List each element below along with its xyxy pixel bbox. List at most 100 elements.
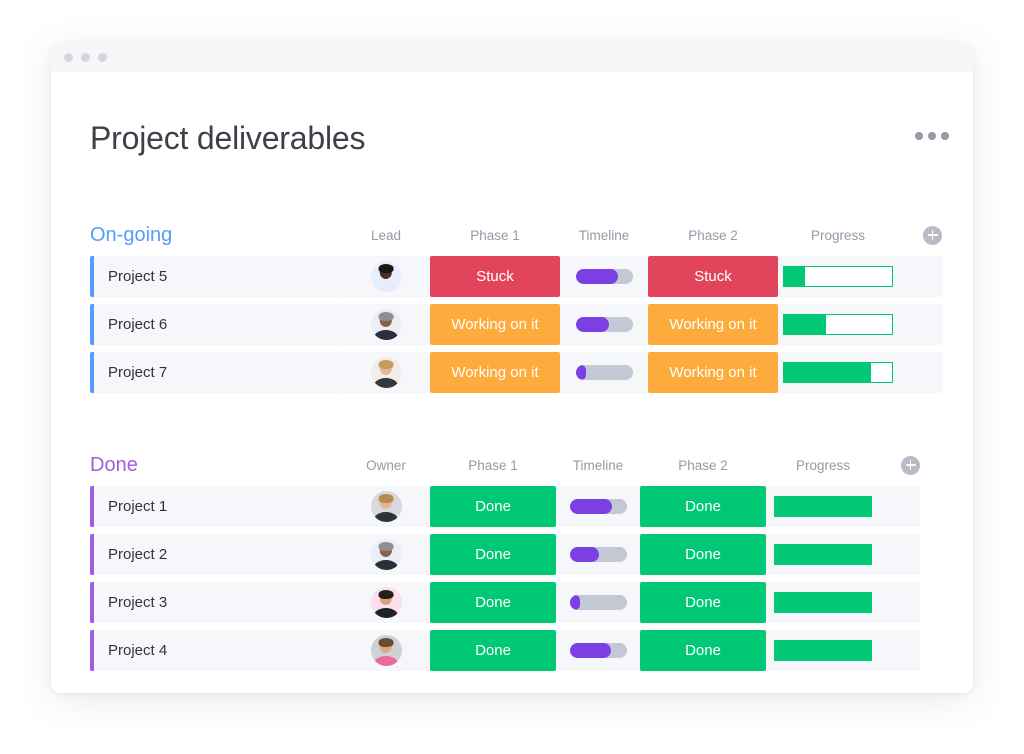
row-name-cell[interactable]: Project 2 bbox=[90, 534, 342, 575]
status-badge[interactable]: Working on it bbox=[430, 352, 560, 393]
table-row[interactable]: Project 2 Done Done bbox=[90, 534, 973, 575]
avatar-project-6[interactable] bbox=[370, 309, 402, 340]
progress-bar[interactable] bbox=[774, 592, 872, 613]
status-badge[interactable]: Done bbox=[640, 630, 766, 671]
row-name-cell[interactable]: Project 5 bbox=[90, 256, 342, 297]
owner-cell[interactable] bbox=[342, 534, 430, 575]
status-badge[interactable]: Stuck bbox=[430, 256, 560, 297]
status-badge[interactable]: Stuck bbox=[648, 256, 778, 297]
table-row[interactable]: Project 4 Done Done bbox=[90, 630, 973, 671]
timeline-cell[interactable] bbox=[560, 352, 648, 393]
timeline-bar[interactable] bbox=[569, 643, 627, 658]
owner-cell[interactable] bbox=[342, 630, 430, 671]
phase-1-cell[interactable]: Done bbox=[430, 630, 556, 671]
progress-bar[interactable] bbox=[774, 496, 872, 517]
column-header-progress[interactable]: Progress bbox=[778, 228, 898, 243]
progress-cell[interactable] bbox=[778, 352, 898, 393]
timeline-bar[interactable] bbox=[569, 499, 627, 514]
table-row[interactable]: Project 3 Done Done bbox=[90, 582, 973, 623]
row-name-cell[interactable]: Project 6 bbox=[90, 304, 342, 345]
phase-2-cell[interactable]: Done bbox=[640, 534, 766, 575]
row-name-cell[interactable]: Project 7 bbox=[90, 352, 342, 393]
column-header-lead[interactable]: Lead bbox=[342, 228, 430, 243]
window-close-dot[interactable] bbox=[64, 53, 73, 62]
table-row[interactable]: Project 7 Working on it Working on it bbox=[90, 352, 973, 393]
column-header-timeline[interactable]: Timeline bbox=[560, 228, 648, 243]
timeline-bar[interactable] bbox=[569, 547, 627, 562]
owner-cell[interactable] bbox=[342, 352, 430, 393]
avatar-project-7[interactable] bbox=[370, 357, 402, 388]
table-row[interactable]: Project 5 Stuck Stuck bbox=[90, 256, 973, 297]
status-badge[interactable]: Done bbox=[430, 630, 556, 671]
progress-cell[interactable] bbox=[766, 486, 880, 527]
phase-1-cell[interactable]: Working on it bbox=[430, 304, 560, 345]
row-name-cell[interactable]: Project 1 bbox=[90, 486, 342, 527]
progress-bar[interactable] bbox=[783, 362, 893, 383]
progress-bar[interactable] bbox=[783, 314, 893, 335]
timeline-cell[interactable] bbox=[556, 486, 640, 527]
status-badge[interactable]: Working on it bbox=[430, 304, 560, 345]
timeline-cell[interactable] bbox=[556, 582, 640, 623]
progress-bar[interactable] bbox=[783, 266, 893, 287]
owner-cell[interactable] bbox=[342, 582, 430, 623]
column-header-owner[interactable]: Owner bbox=[342, 458, 430, 473]
owner-cell[interactable] bbox=[342, 304, 430, 345]
timeline-bar[interactable] bbox=[575, 317, 633, 332]
column-header-phase-2[interactable]: Phase 2 bbox=[648, 228, 778, 243]
status-badge[interactable]: Done bbox=[430, 534, 556, 575]
phase-2-cell[interactable]: Done bbox=[640, 582, 766, 623]
group-title-ongoing[interactable]: On-going bbox=[90, 225, 342, 245]
phase-2-cell[interactable]: Done bbox=[640, 630, 766, 671]
phase-2-cell[interactable]: Done bbox=[640, 486, 766, 527]
column-header-phase-2[interactable]: Phase 2 bbox=[640, 458, 766, 473]
phase-1-cell[interactable]: Done bbox=[430, 582, 556, 623]
window-minimize-dot[interactable] bbox=[81, 53, 90, 62]
timeline-bar[interactable] bbox=[575, 269, 633, 284]
timeline-cell[interactable] bbox=[556, 534, 640, 575]
table-row[interactable]: Project 1 Done Done bbox=[90, 486, 973, 527]
avatar-project-5[interactable] bbox=[370, 261, 402, 292]
window-maximize-dot[interactable] bbox=[98, 53, 107, 62]
phase-2-cell[interactable]: Working on it bbox=[648, 352, 778, 393]
progress-cell[interactable] bbox=[766, 630, 880, 671]
progress-bar[interactable] bbox=[774, 544, 872, 565]
plus-circle-icon[interactable] bbox=[923, 225, 942, 245]
kebab-menu-icon[interactable] bbox=[915, 132, 949, 140]
column-header-phase-1[interactable]: Phase 1 bbox=[430, 458, 556, 473]
phase-2-cell[interactable]: Stuck bbox=[648, 256, 778, 297]
owner-cell[interactable] bbox=[342, 256, 430, 297]
phase-1-cell[interactable]: Done bbox=[430, 534, 556, 575]
status-badge[interactable]: Working on it bbox=[648, 352, 778, 393]
phase-1-cell[interactable]: Working on it bbox=[430, 352, 560, 393]
avatar-project-3[interactable] bbox=[370, 587, 402, 618]
progress-cell[interactable] bbox=[778, 256, 898, 297]
plus-circle-icon[interactable] bbox=[901, 455, 920, 475]
column-header-timeline[interactable]: Timeline bbox=[556, 458, 640, 473]
row-name-cell[interactable]: Project 4 bbox=[90, 630, 342, 671]
column-header-phase-1[interactable]: Phase 1 bbox=[430, 228, 560, 243]
avatar-project-2[interactable] bbox=[370, 539, 402, 570]
timeline-bar[interactable] bbox=[575, 365, 633, 380]
row-name-cell[interactable]: Project 3 bbox=[90, 582, 342, 623]
status-badge[interactable]: Done bbox=[640, 582, 766, 623]
avatar-project-1[interactable] bbox=[370, 491, 402, 522]
phase-1-cell[interactable]: Stuck bbox=[430, 256, 560, 297]
avatar-project-4[interactable] bbox=[370, 635, 402, 666]
table-row[interactable]: Project 6 Working on it Working on it bbox=[90, 304, 973, 345]
progress-cell[interactable] bbox=[778, 304, 898, 345]
phase-1-cell[interactable]: Done bbox=[430, 486, 556, 527]
timeline-bar[interactable] bbox=[569, 595, 627, 610]
group-title-done[interactable]: Done bbox=[90, 455, 342, 475]
status-badge[interactable]: Done bbox=[640, 534, 766, 575]
timeline-cell[interactable] bbox=[560, 256, 648, 297]
timeline-cell[interactable] bbox=[560, 304, 648, 345]
status-badge[interactable]: Done bbox=[640, 486, 766, 527]
phase-2-cell[interactable]: Working on it bbox=[648, 304, 778, 345]
progress-bar[interactable] bbox=[774, 640, 872, 661]
column-header-progress[interactable]: Progress bbox=[766, 458, 880, 473]
timeline-cell[interactable] bbox=[556, 630, 640, 671]
owner-cell[interactable] bbox=[342, 486, 430, 527]
status-badge[interactable]: Done bbox=[430, 486, 556, 527]
progress-cell[interactable] bbox=[766, 582, 880, 623]
progress-cell[interactable] bbox=[766, 534, 880, 575]
